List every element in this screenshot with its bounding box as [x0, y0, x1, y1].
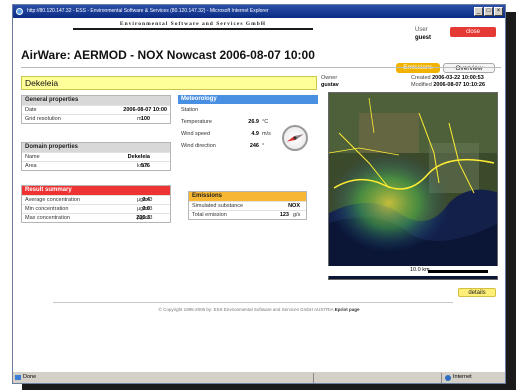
- status-divider: [313, 373, 314, 383]
- row-label: Wind speed: [181, 131, 211, 137]
- row-value: 246: [249, 143, 259, 149]
- table-row: Simulated substance NOX: [189, 201, 306, 210]
- row-label: Max concentration: [25, 215, 70, 221]
- general-properties-panel: General properties Date 2006-08-07 10:00…: [21, 95, 171, 124]
- result-summary-panel: Result summary Average concentration 0.4…: [21, 185, 171, 223]
- meteorology-panel: Meteorology Station Temperature 26.9 °C …: [178, 95, 318, 173]
- satellite-map-image: [329, 93, 497, 279]
- security-zone: Internet: [453, 374, 472, 380]
- row-label: Area: [25, 163, 37, 169]
- created-info: Created 2006-03-22 10:00:53: [411, 75, 484, 81]
- status-divider: [441, 373, 442, 383]
- created-label: Created: [411, 75, 431, 81]
- page-icon: [15, 375, 21, 380]
- user-label: User: [415, 27, 428, 33]
- window-titlebar[interactable]: http://80.120.147.32 - ESS - Environment…: [13, 5, 505, 18]
- row-value: 26.9: [248, 119, 259, 125]
- scenario-name: Dekeleia: [21, 76, 317, 90]
- tab-overview[interactable]: Overview: [443, 63, 495, 73]
- browser-icon: [16, 8, 23, 15]
- page-content: Environmental Software and Services GmbH…: [13, 18, 505, 371]
- row-unit: µg/m3: [137, 215, 153, 221]
- owner-label: Owner: [321, 75, 338, 81]
- created-value: 2006-03-22 10:00:53: [432, 75, 484, 81]
- minimize-button[interactable]: _: [474, 7, 483, 16]
- row-unit: °: [262, 143, 265, 149]
- company-banner: Environmental Software and Services GmbH: [73, 21, 313, 30]
- dispersion-map[interactable]: [328, 92, 498, 280]
- panel-title: Emissions: [189, 192, 306, 201]
- row-unit: m: [137, 116, 142, 122]
- table-row: Grid resolution 100 m: [22, 114, 170, 123]
- table-row: Average concentration 0.4 µg/m3: [22, 195, 170, 204]
- close-window-button[interactable]: ×: [494, 7, 503, 16]
- page-title: AirWare: AERMOD - NOX Nowcast 2006-08-07…: [21, 48, 315, 62]
- row-unit: m/s: [262, 131, 271, 137]
- wind-compass-icon: [282, 125, 308, 151]
- print-page-link[interactable]: Eprint page: [335, 307, 360, 312]
- status-text: Done: [23, 374, 37, 380]
- browser-statusbar: Done Internet: [13, 371, 505, 383]
- close-session-button[interactable]: close: [450, 27, 496, 37]
- table-row: Max concentration 235.3 µg/m3: [22, 213, 170, 222]
- table-row: Date 2006-08-07 10:00: [22, 105, 170, 114]
- station-row: Station: [178, 104, 318, 116]
- row-unit: g/s: [293, 212, 301, 218]
- row-label: Wind direction: [181, 143, 216, 149]
- modified-value: 2006-08-07 10:10:26: [433, 82, 486, 88]
- window-title: http://80.120.147.32 - ESS - Environment…: [27, 8, 269, 14]
- map-scale-line: [428, 270, 488, 273]
- footer-divider: [53, 302, 453, 303]
- table-row: Total emission 123 g/s: [189, 210, 306, 219]
- panel-title: General properties: [22, 96, 170, 105]
- table-row: Area 576 km2: [22, 161, 170, 170]
- panel-title: Domain properties: [22, 143, 170, 152]
- modified-label: Modified: [411, 82, 432, 88]
- modified-info: Modified 2006-08-07 10:10:26: [411, 82, 485, 88]
- domain-properties-panel: Domain properties Name Dekeleia Area 576…: [21, 142, 171, 171]
- emissions-panel: Emissions Simulated substance NOX Total …: [188, 191, 307, 220]
- title-divider: [21, 67, 501, 68]
- details-button[interactable]: details: [458, 288, 496, 297]
- row-label: Temperature: [181, 119, 212, 125]
- map-scale-label: 10.0 km: [410, 267, 430, 273]
- panel-title: Result summary: [22, 186, 170, 195]
- row-unit: °C: [262, 119, 269, 125]
- tab-emissions[interactable]: Emissions: [396, 63, 440, 73]
- panel-title: Meteorology: [178, 95, 318, 104]
- row-value: 4.9: [251, 131, 259, 137]
- row-value: 123: [279, 212, 289, 218]
- maximize-button[interactable]: □: [484, 7, 493, 16]
- map-scale-bar: 10.0 km: [328, 266, 498, 276]
- owner-value: gustav: [321, 82, 339, 88]
- internet-zone-icon: [445, 375, 451, 381]
- station-label: Station: [181, 107, 199, 113]
- user-name: guest: [415, 35, 432, 41]
- row-label: Grid resolution: [25, 116, 61, 122]
- window-controls: _ □ ×: [474, 7, 503, 16]
- browser-window: http://80.120.147.32 - ESS - Environment…: [12, 4, 506, 384]
- row-label: Total emission: [192, 212, 227, 218]
- page-footer: © Copyright 1995-2006 by: ESS Environmen…: [13, 307, 505, 312]
- table-row: Min concentration 0.0 µg/m3: [22, 204, 170, 213]
- copyright-text: © Copyright 1995-2006 by: ESS Environmen…: [158, 307, 334, 312]
- row-unit: km2: [137, 163, 148, 169]
- compass-needle-icon: [286, 134, 304, 142]
- table-row: Name Dekeleia: [22, 152, 170, 161]
- row-value: 100: [140, 116, 150, 122]
